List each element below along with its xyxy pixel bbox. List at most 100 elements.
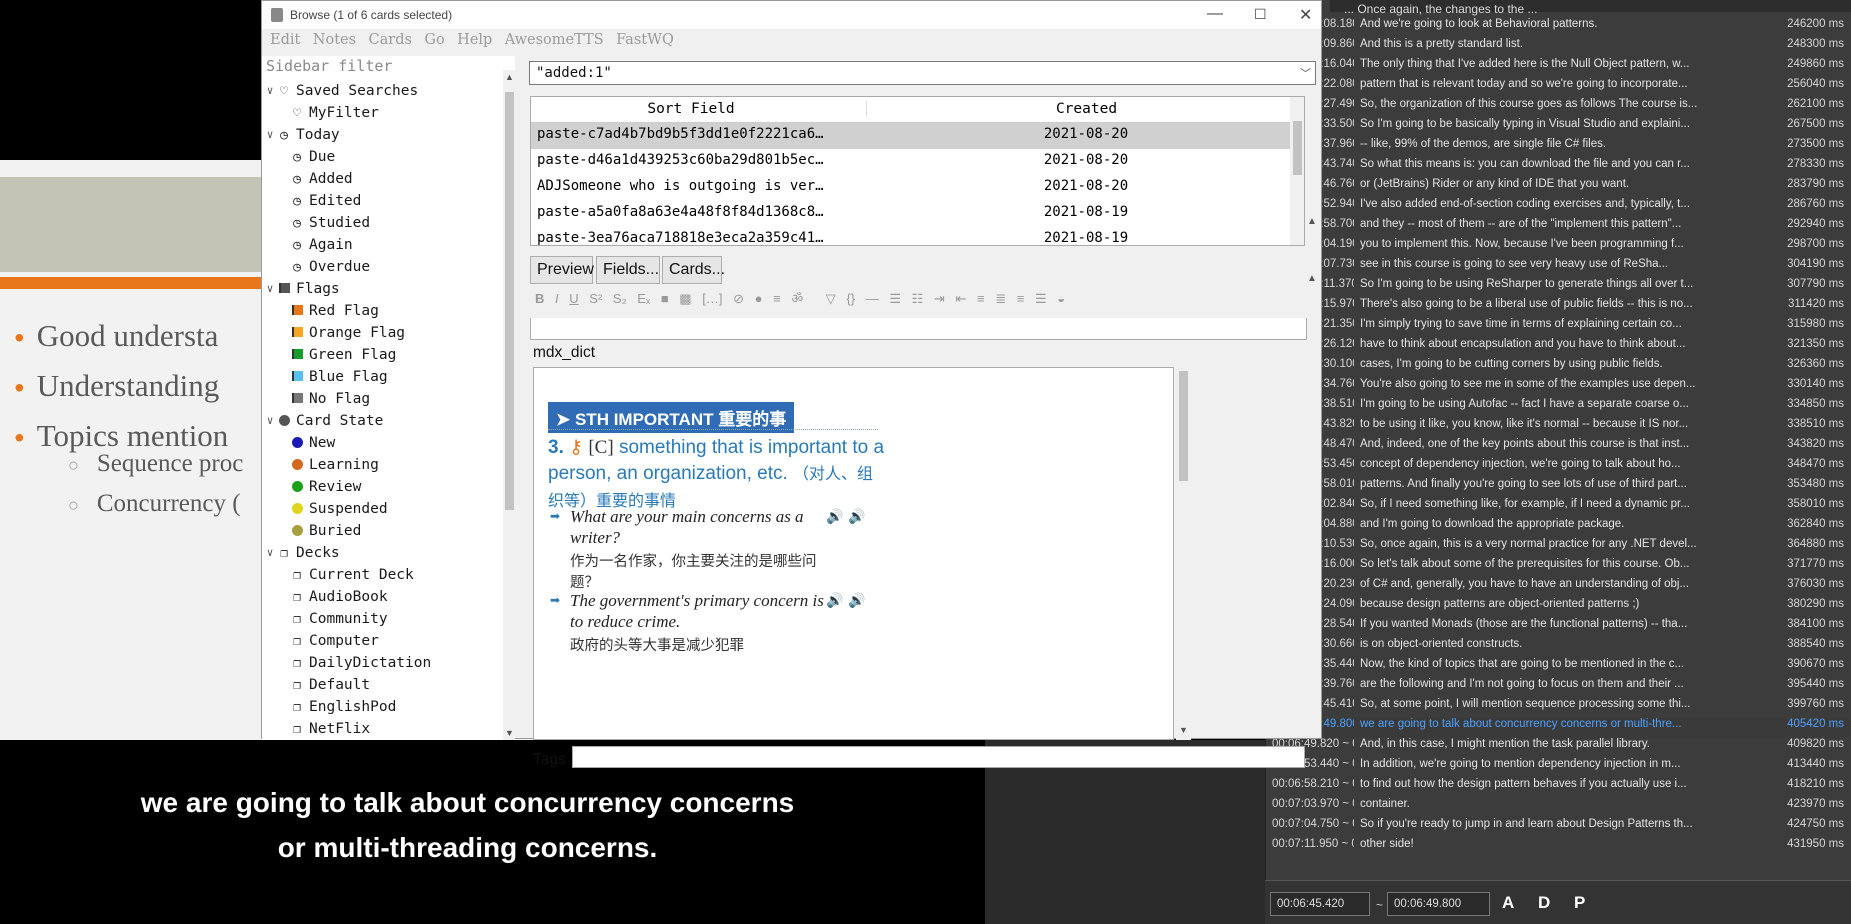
search-input[interactable]: "added:1" ﹀ xyxy=(529,61,1316,85)
chevron-down-icon[interactable]: ﹀ xyxy=(1300,65,1311,81)
minimize-icon[interactable]: — xyxy=(1207,5,1223,23)
transcript-row[interactable]: 0 ~ 00:04:16.040The only thing that I've… xyxy=(1272,58,1850,78)
sidebar-scrollbar[interactable]: ▲ ▼ xyxy=(503,70,515,740)
expand-arrow-icon[interactable]: ∨ xyxy=(264,542,276,564)
transcript-row[interactable]: 0 ~ 00:05:11.370So I'm going to be using… xyxy=(1272,278,1850,298)
transcript-row[interactable]: 0 ~ 00:04:37.960-- like, 99% of the demo… xyxy=(1272,138,1850,158)
transcript-row[interactable]: 0 ~ 00:05:34.760You're also going to see… xyxy=(1272,378,1850,398)
transcript-row[interactable]: 0 ~ 00:04:43.740So what this means is: y… xyxy=(1272,158,1850,178)
transcript-row[interactable]: 0 ~ 00:06:10.530So, once again, this is … xyxy=(1272,538,1850,558)
format-icon[interactable]: ॐ xyxy=(791,291,803,306)
editor-scroll-thumb[interactable] xyxy=(1179,371,1188,481)
transcript-row[interactable]: 0 ~ 00:06:45.410So, at some point, I wil… xyxy=(1272,698,1850,718)
menu-edit[interactable]: Edit xyxy=(270,32,300,48)
expand-arrow-icon[interactable]: ∨ xyxy=(264,124,276,146)
transcript-row[interactable]: 0 ~ 00:06:28.540If you wanted Monads (th… xyxy=(1272,618,1850,638)
indent-icon[interactable]: ⇥ xyxy=(934,291,945,306)
align-right-icon[interactable]: ≡ xyxy=(1017,291,1025,306)
transcript-row[interactable]: 00:07:03.970 ~ 00:07:04.740container.423… xyxy=(1272,798,1850,818)
transcript-row[interactable]: 0 ~ 00:05:38.510I'm going to be using Au… xyxy=(1272,398,1850,418)
sidebar-item-audiobook[interactable]: ❐ AudioBook xyxy=(262,586,502,608)
transcript-row[interactable]: 00:06:49.820 ~ 00:06:53.440And, in this … xyxy=(1272,738,1850,758)
transcript-row[interactable]: 0 ~ 00:04:33.500So I'm going to be basic… xyxy=(1272,118,1850,138)
dropdown-icon[interactable]: ▽ xyxy=(826,291,836,306)
menu-cards[interactable]: Cards xyxy=(369,32,412,48)
scroll-down-icon[interactable]: ▼ xyxy=(505,728,514,738)
transcript-row[interactable]: 0 ~ 00:05:43.820to be using it like, you… xyxy=(1272,418,1850,438)
speaker-icon[interactable]: 🔊 xyxy=(848,508,865,525)
sidebar-item-current-deck[interactable]: ❐ Current Deck xyxy=(262,564,502,586)
expand-arrow-icon[interactable]: ∨ xyxy=(264,410,276,432)
sidebar-item-card-state[interactable]: ∨ Card State xyxy=(262,410,502,432)
sidebar-item-review[interactable]: Review xyxy=(262,476,502,498)
speaker-icon[interactable]: 🔊 xyxy=(848,592,865,609)
sidebar-item-community[interactable]: ❐ Community xyxy=(262,608,502,630)
line-icon[interactable]: — xyxy=(866,291,879,306)
sidebar-item-again[interactable]: ◷ Again xyxy=(262,234,502,256)
sidebar-item-saved-searches[interactable]: ∨ ♡ Saved Searches xyxy=(262,80,502,102)
previous-field-box[interactable] xyxy=(530,318,1307,340)
transcript-row[interactable]: 0 ~ 00:05:26.120have to think about enca… xyxy=(1272,338,1850,358)
transcript-row[interactable]: 0 ~ 00:06:20.230of C# and, generally, yo… xyxy=(1272,578,1850,598)
outdent-icon[interactable]: ⇤ xyxy=(955,291,966,306)
table-row[interactable]: ADJSomeone who is outgoing is ver… 2021-0… xyxy=(531,175,1304,201)
editor-scroll-up-icon[interactable]: ▲ xyxy=(1307,273,1317,284)
column-sort-field[interactable]: Sort Field xyxy=(531,101,851,117)
d-button[interactable]: D xyxy=(1538,893,1550,913)
sidebar-item-computer[interactable]: ❐ Computer xyxy=(262,630,502,652)
fields-button[interactable]: Fields... xyxy=(596,256,660,284)
maximize-icon[interactable]: ☐ xyxy=(1254,6,1267,23)
align-center-icon[interactable]: ≣ xyxy=(995,291,1006,306)
transcript-row[interactable]: 0 ~ 00:06:04.880and I'm going to downloa… xyxy=(1272,518,1850,538)
sidebar-item-overdue[interactable]: ◷ Overdue xyxy=(262,256,502,278)
cloze-icon[interactable]: […] xyxy=(702,291,722,306)
sidebar-item-englishpod[interactable]: ❐ EnglishPod xyxy=(262,696,502,718)
transcript-row[interactable]: 0 ~ 00:05:15.970There's also going to be… xyxy=(1272,298,1850,318)
editor-scroll-down-icon[interactable]: ▼ xyxy=(1179,725,1188,735)
superscript-icon[interactable]: S² xyxy=(589,291,602,306)
sidebar-item-no-flag[interactable]: No Flag xyxy=(262,388,502,410)
sidebar-item-orange-flag[interactable]: Orange Flag xyxy=(262,322,502,344)
sidebar-item-today[interactable]: ∨ ◷ Today xyxy=(262,124,502,146)
scroll-up-icon[interactable]: ▲ xyxy=(505,72,514,82)
transcript-row[interactable]: 00:07:04.750 ~ 00:07:11.950So if you're … xyxy=(1272,818,1850,838)
p-button[interactable]: P xyxy=(1574,893,1585,913)
justify-icon[interactable]: ☰ xyxy=(1035,291,1047,306)
transcript-row[interactable]: 0 ~ 00:06:49.800we are going to talk abo… xyxy=(1272,718,1850,738)
cards-button[interactable]: Cards... xyxy=(662,256,725,284)
text-color-icon[interactable]: ■ xyxy=(661,291,669,306)
clear-format-icon[interactable]: Eₓ xyxy=(637,291,650,306)
transcript-row[interactable]: 0 ~ 00:05:58.010patterns. And finally yo… xyxy=(1272,478,1850,498)
bullet-list-icon[interactable]: ☰ xyxy=(889,291,901,306)
sidebar-item-decks[interactable]: ∨ ❐ Decks xyxy=(262,542,502,564)
transcript-row[interactable]: 0 ~ 00:04:08.180And we're going to look … xyxy=(1272,18,1850,38)
table-scrollbar[interactable] xyxy=(1290,97,1304,245)
subscript-icon[interactable]: S₂ xyxy=(613,291,627,306)
sidebar-item-netflix[interactable]: ❐ NetFlix xyxy=(262,718,502,740)
transcript-row[interactable]: 0 ~ 00:05:48.470And, indeed, one of the … xyxy=(1272,438,1850,458)
transcript-row[interactable]: 0 ~ 00:06:30.660is on object-oriented co… xyxy=(1272,638,1850,658)
menu-awesometts[interactable]: AwesomeTTS xyxy=(505,32,604,48)
table-row[interactable]: paste-a5a0fa8a63e4a48f8f84d1368c8… 2021-0… xyxy=(531,201,1304,227)
more-icon[interactable]: ≡ xyxy=(773,291,781,306)
mdx-dict-field[interactable]: ➤ STH IMPORTANT 重要的事 3. ⚷ [C] something … xyxy=(533,367,1174,740)
speaker-icon[interactable]: 🔊 xyxy=(826,592,843,609)
sidebar-item-blue-flag[interactable]: Blue Flag xyxy=(262,366,502,388)
sidebar-item-myfilter[interactable]: ♡ MyFilter xyxy=(262,102,502,124)
transcript-row[interactable]: 0 ~ 00:05:30.100cases, I'm going to be c… xyxy=(1272,358,1850,378)
sidebar-filter-input[interactable]: Sidebar filter xyxy=(266,57,392,75)
sidebar-item-red-flag[interactable]: Red Flag xyxy=(262,300,502,322)
transcript-row[interactable]: 0 ~ 00:06:24.090because design patterns … xyxy=(1272,598,1850,618)
end-time-field[interactable]: 00:06:49.800 xyxy=(1387,892,1490,916)
transcript-row[interactable]: 0 ~ 00:05:07.730see in this course is go… xyxy=(1272,258,1850,278)
transcript-row[interactable]: 0 ~ 00:05:21.350I'm simply trying to sav… xyxy=(1272,318,1850,338)
close-icon[interactable]: ✕ xyxy=(1299,5,1312,25)
start-time-field[interactable]: 00:06:45.420 xyxy=(1270,892,1370,916)
transcript-row[interactable]: 00:07:11.950 ~ 00:07:12.660other side!43… xyxy=(1272,838,1850,858)
editor-scrollbar[interactable]: ▼ xyxy=(1176,367,1191,740)
transcript-row[interactable]: 0 ~ 00:04:22.080pattern that is relevant… xyxy=(1272,78,1850,98)
speaker-icon[interactable]: 🔊 xyxy=(826,508,843,525)
table-row[interactable]: paste-d46a1d439253c60ba29d801b5ec… 2021-0… xyxy=(531,149,1304,175)
a-button[interactable]: A xyxy=(1502,893,1514,913)
eraser-icon[interactable]: ◒ xyxy=(1057,291,1065,306)
